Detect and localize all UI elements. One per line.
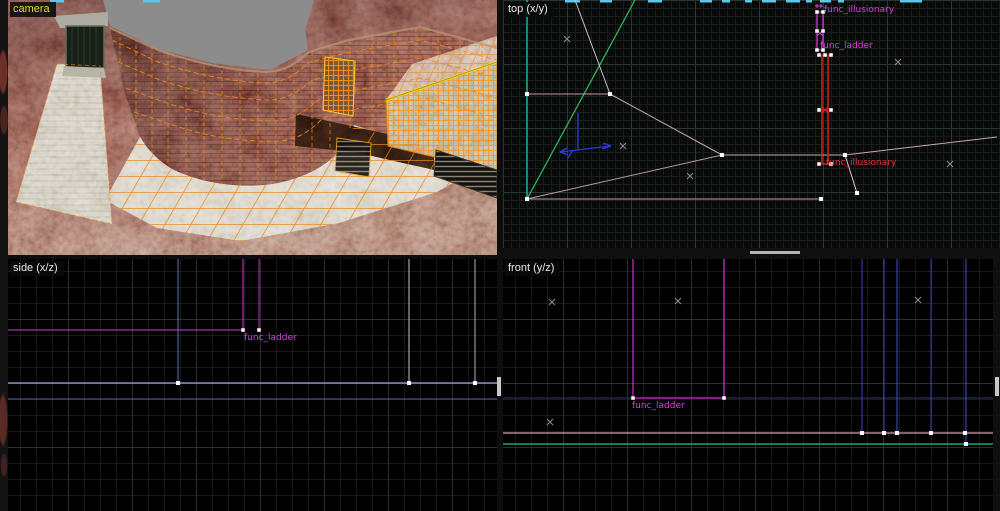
side-brush-lines bbox=[8, 259, 497, 400]
top-viewport-hscrollbar-thumb[interactable] bbox=[750, 251, 800, 254]
front-viewport[interactable]: front (y/z) func_ladder bbox=[503, 259, 993, 511]
camera-viewport[interactable]: camera bbox=[8, 0, 497, 255]
front-brush-lines bbox=[503, 259, 993, 445]
side-viewport-vscrollbar-thumb[interactable] bbox=[497, 377, 501, 396]
top-viewport-hscrollbar[interactable] bbox=[503, 248, 1000, 259]
helper-x-marks bbox=[546, 296, 922, 426]
side-viewport-label[interactable]: side (x/z) bbox=[10, 261, 64, 276]
func-illusionary-brush[interactable] bbox=[814, 4, 826, 53]
front-viewport-vscrollbar-thumb[interactable] bbox=[995, 377, 999, 396]
left-panel-edge bbox=[0, 0, 8, 511]
side-wireframe-layer bbox=[8, 259, 497, 400]
selected-brush-red[interactable] bbox=[816, 52, 834, 167]
camera-3d-scene bbox=[8, 0, 497, 255]
camera-viewport-label[interactable]: camera bbox=[10, 2, 56, 17]
camera-gizmo[interactable] bbox=[559, 113, 612, 159]
top-edge-dashes bbox=[565, 0, 922, 3]
helper-x-marks bbox=[563, 35, 954, 180]
front-viewport-vscrollbar[interactable] bbox=[993, 259, 1000, 511]
top-viewport-label[interactable]: top (x/y) bbox=[505, 2, 554, 17]
ladder-grate-texture bbox=[334, 137, 372, 178]
line-vertex-dots bbox=[525, 92, 859, 201]
top-brush-lines bbox=[526, 0, 998, 200]
ladder-mesh-3d[interactable] bbox=[322, 56, 356, 117]
func-ladder-brush-front[interactable] bbox=[630, 259, 727, 401]
doorway[interactable] bbox=[62, 25, 106, 78]
side-viewport[interactable]: side (x/z) func_ladder bbox=[8, 259, 497, 511]
front-wireframe-layer bbox=[503, 259, 993, 446]
top-wireframe-layer bbox=[525, 0, 998, 201]
top-viewport[interactable]: top (x/y) func_illusionary func_ladder f… bbox=[503, 0, 1000, 248]
editor-window: camera top (x/y) func_illusionary func_l… bbox=[0, 0, 1000, 511]
front-viewport-label[interactable]: front (y/z) bbox=[505, 261, 561, 276]
